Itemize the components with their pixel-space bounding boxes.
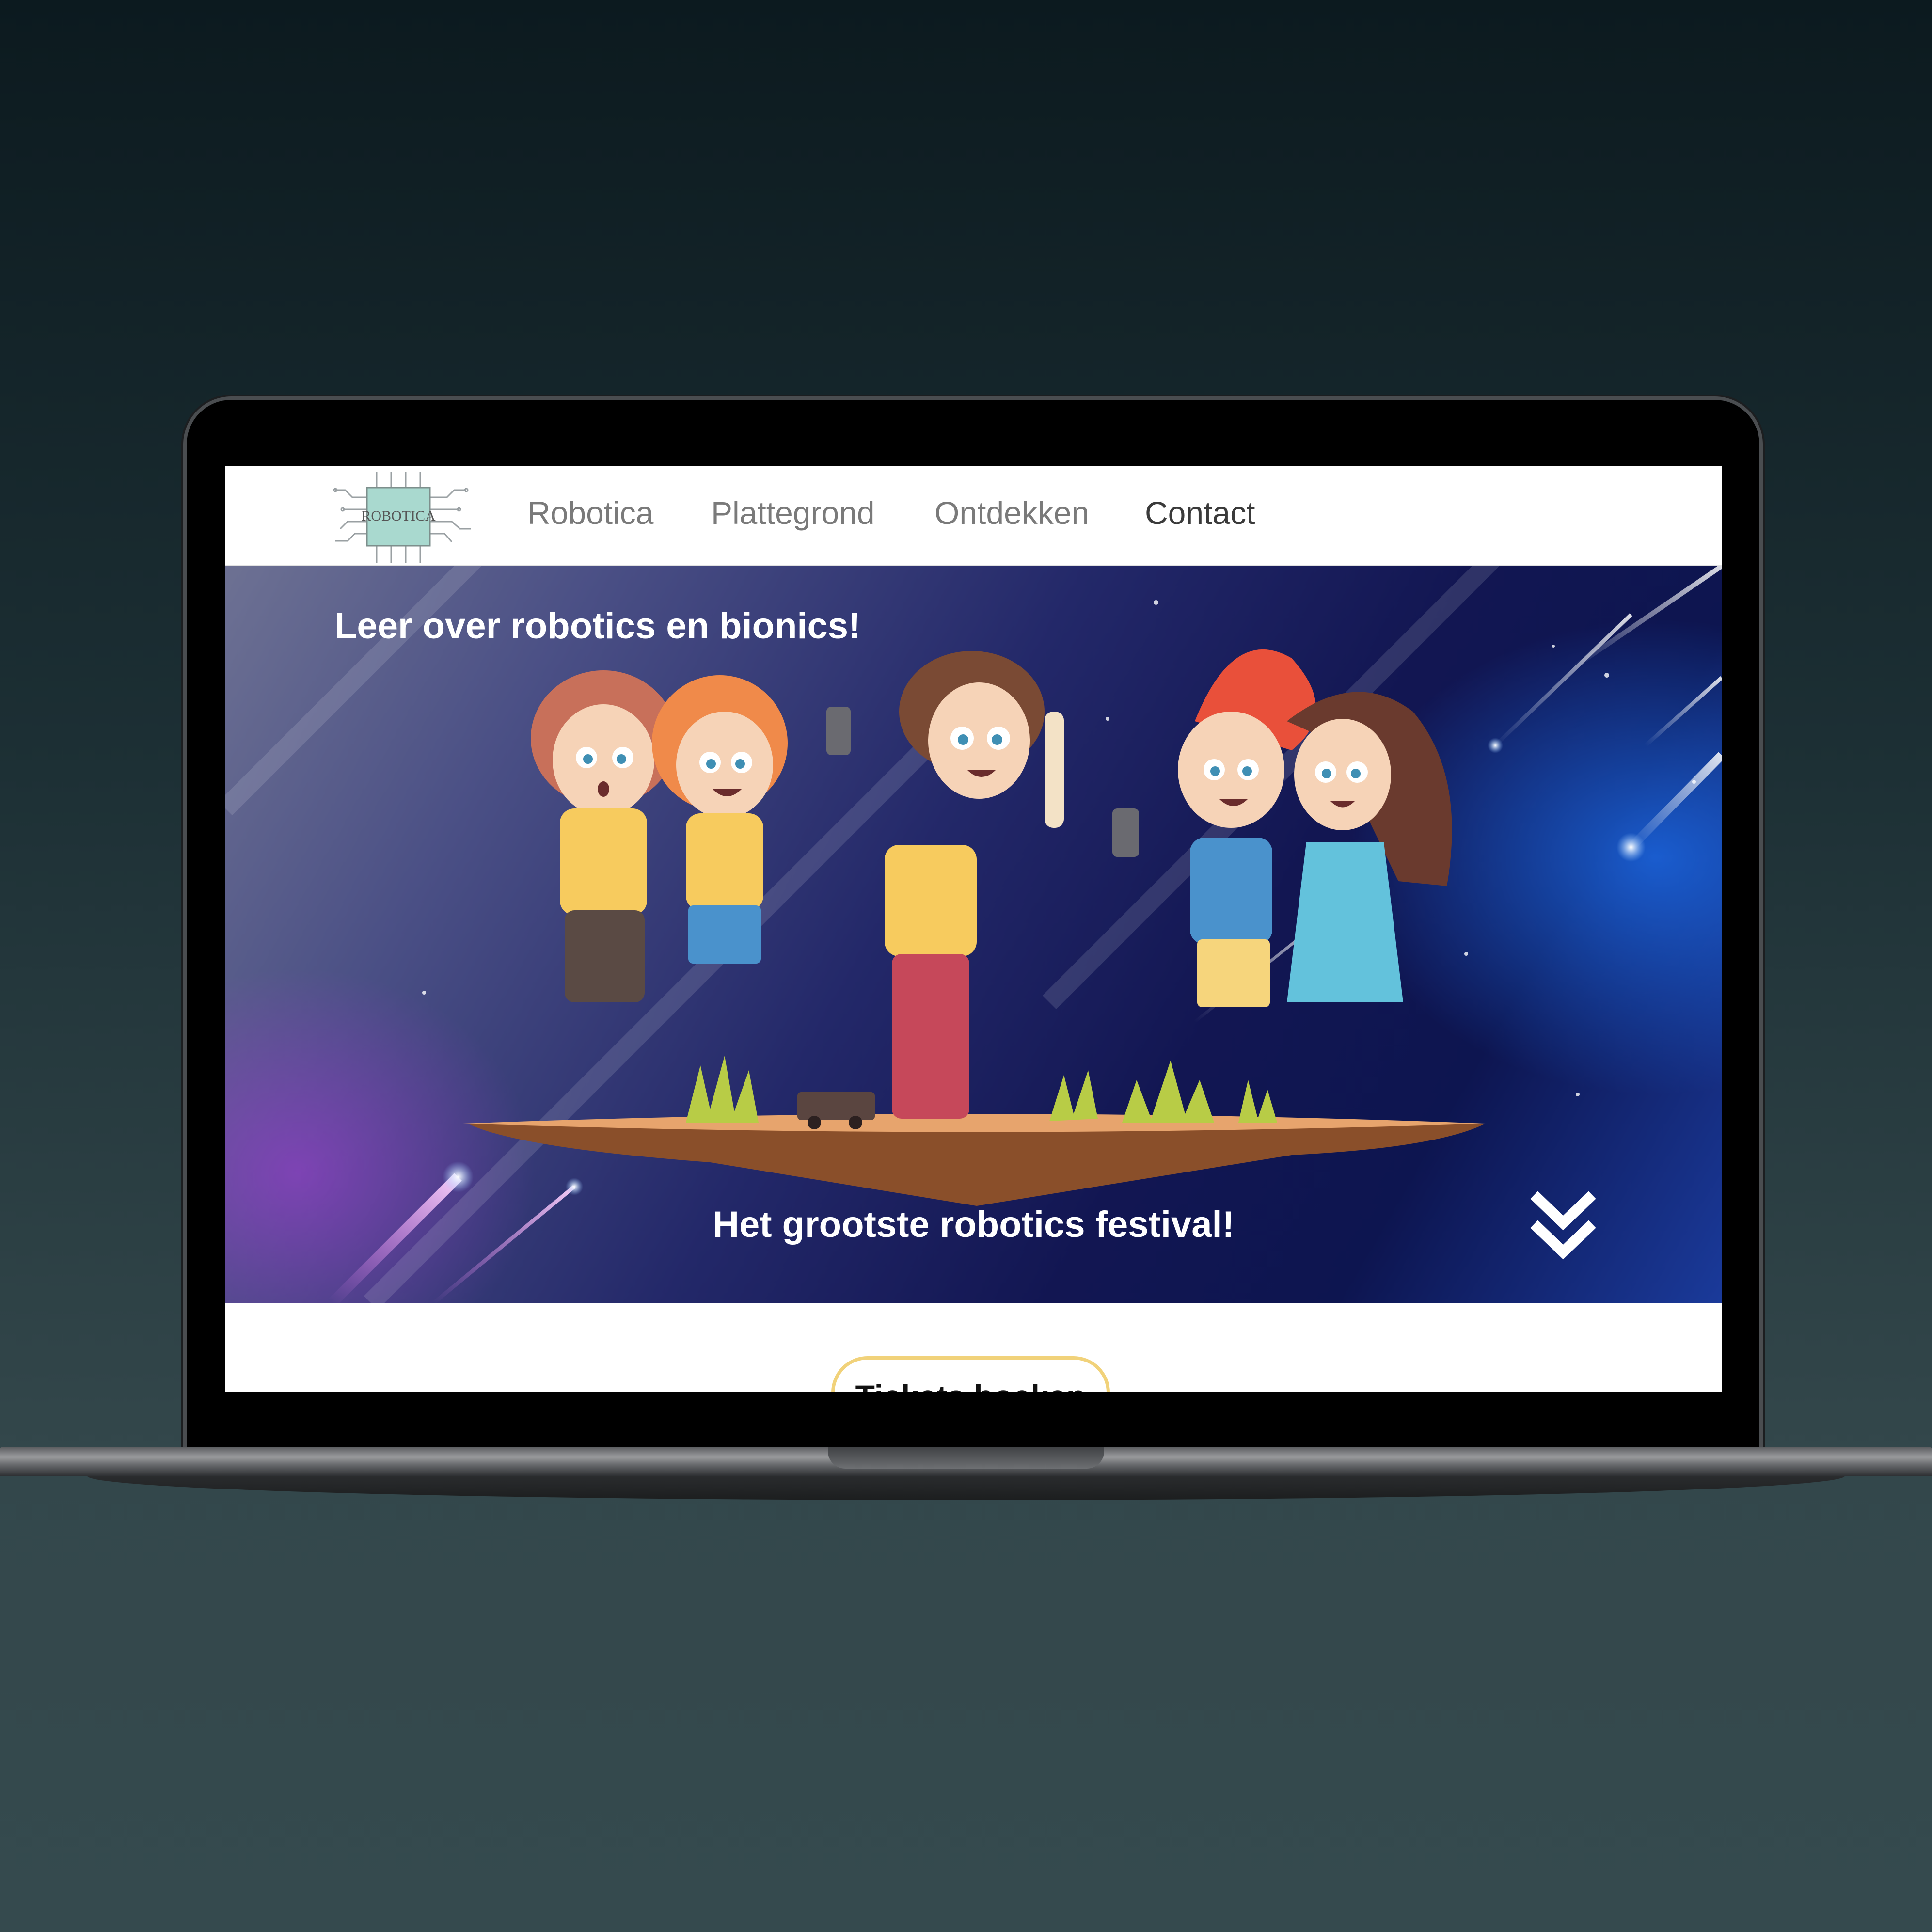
robotica-logo[interactable]: ROBOTICA	[333, 468, 474, 565]
double-chevron-down-icon[interactable]	[1529, 1189, 1597, 1262]
hero-subheadline: Het grootste robotics festival!	[713, 1204, 1235, 1245]
hero-illustration	[225, 566, 1722, 1303]
nav-link-contact[interactable]: Contact	[1145, 494, 1255, 531]
laptop-hinge-notch	[828, 1447, 1104, 1469]
tickets-booking-button[interactable]: Tickets boeken	[831, 1356, 1110, 1392]
nav-link-ontdekken[interactable]: Ontdekken	[934, 494, 1089, 531]
content-section: Tickets boeken	[225, 1303, 1722, 1392]
browser-viewport: ROBOTICA Robotica Plattegrond Ontdekken …	[225, 466, 1722, 1392]
nav-link-plattegrond[interactable]: Plattegrond	[711, 494, 875, 531]
hero-banner: Leer over robotics en bionics! Het groot…	[225, 566, 1722, 1303]
hero-headline: Leer over robotics en bionics!	[334, 605, 861, 647]
logo-text: ROBOTICA	[361, 508, 436, 524]
top-navbar: ROBOTICA Robotica Plattegrond Ontdekken …	[225, 466, 1722, 566]
laptop-foot	[87, 1476, 1845, 1500]
nav-link-robotica[interactable]: Robotica	[527, 494, 654, 531]
